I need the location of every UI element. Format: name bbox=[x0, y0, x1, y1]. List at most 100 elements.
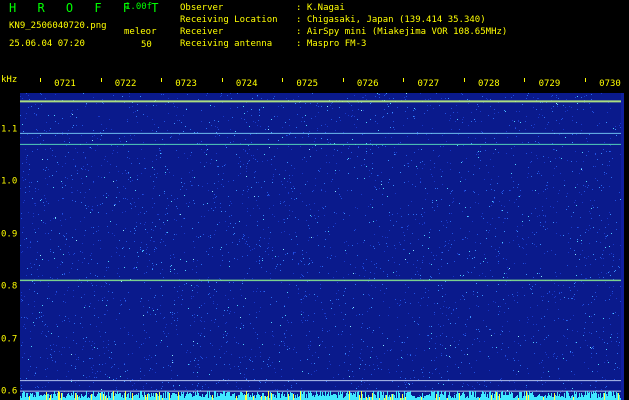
noise-pixel bbox=[247, 153, 248, 154]
noise-pixel bbox=[387, 276, 388, 277]
noise-pixel bbox=[554, 297, 555, 298]
noise-pixel bbox=[442, 288, 443, 289]
noise-floor-bar bbox=[225, 396, 226, 400]
noise-pixel bbox=[593, 346, 594, 347]
noise-pixel bbox=[370, 140, 371, 141]
noise-pixel bbox=[224, 165, 225, 166]
noise-pixel bbox=[472, 386, 473, 387]
noise-pixel bbox=[140, 378, 141, 379]
noise-pixel bbox=[194, 317, 195, 318]
noise-pixel bbox=[237, 259, 238, 260]
noise-pixel bbox=[220, 96, 221, 97]
noise-floor-bar bbox=[422, 393, 423, 400]
noise-pixel bbox=[93, 382, 94, 383]
noise-pixel bbox=[28, 107, 29, 108]
noise-pixel bbox=[101, 124, 102, 125]
noise-pixel bbox=[271, 119, 272, 120]
noise-pixel bbox=[266, 379, 267, 380]
noise-pixel bbox=[310, 215, 311, 216]
noise-floor-bar bbox=[115, 393, 116, 400]
noise-pixel bbox=[140, 247, 141, 248]
noise-pixel bbox=[584, 96, 585, 97]
noise-floor-bar bbox=[357, 392, 358, 400]
noise-pixel bbox=[599, 215, 600, 216]
noise-pixel bbox=[513, 240, 514, 241]
noise-pixel bbox=[353, 273, 354, 274]
noise-pixel bbox=[215, 197, 216, 198]
noise-floor-bar bbox=[383, 392, 384, 400]
noise-pixel bbox=[545, 229, 546, 230]
noise-pixel bbox=[46, 376, 47, 377]
noise-pixel bbox=[572, 142, 573, 143]
noise-pixel bbox=[589, 134, 590, 135]
noise-pixel bbox=[170, 269, 171, 270]
noise-pixel bbox=[153, 181, 154, 182]
noise-pixel bbox=[237, 93, 238, 94]
noise-pixel bbox=[39, 317, 40, 318]
noise-pixel bbox=[89, 189, 90, 190]
noise-pixel bbox=[412, 233, 413, 234]
noise-pixel bbox=[119, 192, 120, 193]
noise-pixel bbox=[364, 369, 365, 370]
noise-pixel bbox=[137, 175, 138, 176]
noise-pixel bbox=[268, 243, 269, 244]
noise-pixel bbox=[142, 207, 143, 208]
noise-pixel bbox=[574, 202, 575, 203]
noise-floor-bar bbox=[382, 395, 383, 400]
noise-floor-bar bbox=[443, 395, 444, 400]
noise-pixel bbox=[405, 292, 406, 293]
noise-pixel bbox=[233, 180, 234, 181]
noise-pixel bbox=[184, 284, 185, 285]
noise-pixel bbox=[528, 237, 529, 238]
noise-pixel bbox=[369, 327, 370, 328]
noise-pixel bbox=[124, 363, 125, 364]
noise-pixel bbox=[345, 113, 346, 114]
noise-floor-bar bbox=[362, 394, 363, 400]
noise-pixel bbox=[216, 282, 217, 283]
noise-pixel bbox=[164, 193, 165, 194]
noise-pixel bbox=[341, 334, 342, 335]
noise-pixel bbox=[520, 122, 521, 123]
noise-pixel bbox=[73, 125, 74, 126]
noise-pixel bbox=[480, 263, 481, 264]
noise-pixel bbox=[461, 177, 462, 178]
noise-pixel bbox=[601, 93, 602, 94]
noise-pixel bbox=[446, 227, 447, 228]
noise-floor-bar bbox=[554, 393, 555, 400]
noise-pixel bbox=[301, 314, 302, 315]
noise-pixel bbox=[201, 357, 202, 358]
noise-floor-bar bbox=[161, 395, 162, 400]
noise-pixel bbox=[589, 103, 590, 104]
noise-pixel bbox=[62, 134, 63, 135]
noise-pixel bbox=[568, 298, 569, 299]
noise-pixel bbox=[53, 187, 54, 188]
noise-pixel bbox=[73, 290, 74, 291]
noise-pixel bbox=[248, 161, 249, 162]
noise-pixel bbox=[571, 298, 572, 299]
noise-pixel bbox=[457, 119, 458, 120]
noise-floor-bar bbox=[312, 396, 313, 400]
noise-pixel bbox=[34, 229, 35, 230]
noise-pixel bbox=[414, 377, 415, 378]
noise-pixel bbox=[477, 382, 478, 383]
noise-pixel bbox=[124, 267, 125, 268]
noise-pixel bbox=[406, 96, 407, 97]
noise-pixel bbox=[201, 321, 202, 322]
spectrogram-plot[interactable] bbox=[20, 93, 623, 400]
noise-floor-bar bbox=[259, 395, 260, 400]
noise-pixel bbox=[548, 371, 549, 372]
noise-pixel bbox=[166, 208, 167, 209]
noise-pixel bbox=[346, 253, 347, 254]
noise-pixel bbox=[329, 354, 330, 355]
noise-pixel bbox=[291, 198, 292, 199]
noise-pixel bbox=[64, 320, 65, 321]
noise-pixel bbox=[353, 376, 354, 377]
noise-pixel bbox=[61, 181, 62, 182]
noise-pixel bbox=[45, 198, 46, 199]
noise-pixel bbox=[267, 248, 268, 249]
noise-pixel bbox=[339, 305, 340, 306]
noise-pixel bbox=[416, 214, 417, 215]
noise-pixel bbox=[21, 299, 22, 300]
noise-pixel bbox=[435, 348, 436, 349]
noise-floor-bar bbox=[76, 393, 77, 400]
